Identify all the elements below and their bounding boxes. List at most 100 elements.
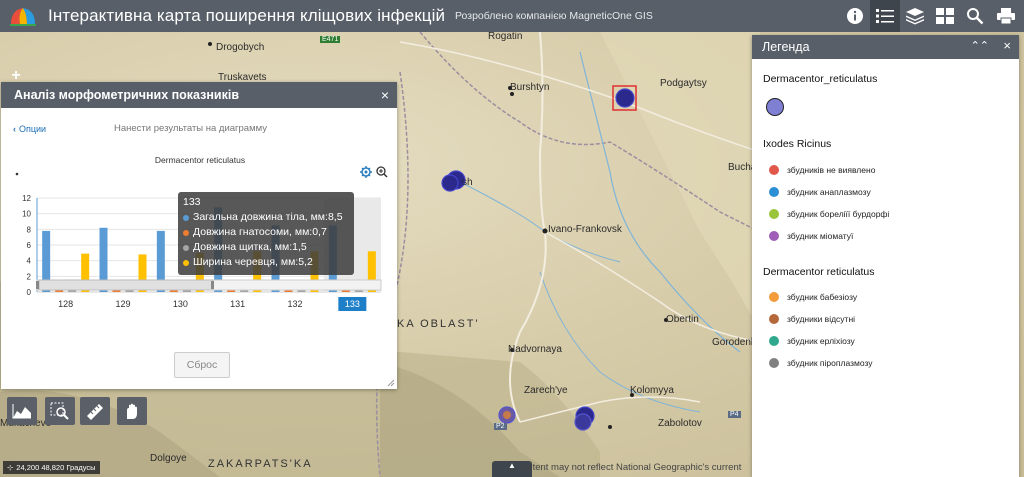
legend-item: збудник бореліїї бурдорфі <box>769 209 889 219</box>
map-label-zarechye: Zarech'ye <box>524 385 568 396</box>
resize-grip-icon[interactable] <box>387 379 395 387</box>
tooltip-title: 133 <box>183 196 201 208</box>
analysis-panel-header[interactable]: Аналіз морфометричних показників × <box>1 82 397 108</box>
series-dot-icon <box>183 244 189 251</box>
road-shield-p2: P2 <box>494 423 507 430</box>
zoom-select-button[interactable] <box>45 397 75 425</box>
legend-header[interactable]: Легенда ⌃⌃ × <box>752 35 1019 59</box>
tooltip-row-text: Загальна довжина тіла, мм:8,5 <box>193 211 343 223</box>
legend-list-icon <box>876 9 894 23</box>
measure-icon <box>87 404 103 420</box>
collapse-icon[interactable]: ⌃⌃ <box>971 39 989 52</box>
tooltip-row: Довжина гнатосоми, мм:0,7 <box>183 225 349 240</box>
map-label-podgaytsy: Podgaytsy <box>660 78 707 89</box>
coordinates-readout: ⊹ 24,200 48,820 Градусы <box>3 461 100 474</box>
elevation-profile-icon <box>12 404 31 419</box>
legend-item-label: збудник міоматуї <box>787 231 854 241</box>
x-tick-label: 128 <box>58 299 73 309</box>
map-label-drogobych: Drogobych <box>216 42 265 53</box>
road-shield-e471: E471 <box>320 36 341 43</box>
tooltip-row: Довжина щитка, мм:1,5 <box>183 240 349 255</box>
x-tick-label: 130 <box>173 299 188 309</box>
legend-item-label: збудник піроплазмозу <box>787 358 873 368</box>
map-label-kolomyya: Kolomyya <box>630 385 674 396</box>
tooltip-row-text: Довжина гнатосоми, мм:0,7 <box>193 226 327 238</box>
print-button[interactable] <box>991 0 1021 32</box>
legend-item-label: збудник бабезіозу <box>787 292 858 302</box>
series-dot-icon <box>183 214 189 221</box>
legend-symbol-circle <box>766 98 784 116</box>
options-link-label: Опции <box>19 124 47 134</box>
legend-item-label: збудник бореліїї бурдорфі <box>787 209 890 219</box>
basemap-gallery-button[interactable] <box>930 0 960 32</box>
map-label-burshtyn: Burshtyn <box>510 82 550 93</box>
info-button[interactable] <box>840 0 870 32</box>
search-button[interactable] <box>960 0 990 32</box>
tick-sample-point[interactable] <box>615 88 635 108</box>
y-tick-label: 8 <box>27 225 32 234</box>
legend-dot-icon <box>769 187 779 197</box>
search-icon <box>967 8 984 25</box>
measure-button[interactable] <box>80 397 110 425</box>
legend-dot-icon <box>769 231 779 241</box>
coordinates-text: 24,200 48,820 Градусы <box>16 463 96 472</box>
app-subtitle: Розроблено компанією MagneticOne GIS <box>455 10 653 22</box>
y-tick-label: 12 <box>22 194 31 203</box>
app-logo-icon <box>10 8 36 26</box>
legend-dot-icon <box>769 165 779 175</box>
chart-settings-icon[interactable] <box>360 166 372 178</box>
legend-item: збудники відсутні <box>769 314 855 324</box>
legend-group-title: Dermacentor reticulatus <box>763 266 875 278</box>
chevron-up-icon: ▲ <box>508 461 516 470</box>
x-tick-label: 131 <box>230 299 245 309</box>
map-label-ivano-frankovsk: Ivano-Frankovsk <box>548 224 622 235</box>
legend-button[interactable] <box>870 0 900 32</box>
chart-zoom-icon[interactable] <box>376 166 388 178</box>
map-label-nadvornaya: Nadvornaya <box>508 344 562 355</box>
legend-close-button[interactable]: × <box>1003 38 1011 53</box>
legend-group-title: Ixodes Ricinus <box>763 138 832 150</box>
legend-item: збудник ерліхіозу <box>769 336 855 346</box>
options-link[interactable]: ‹ Опции <box>13 124 46 134</box>
legend-group-title: Dermacentor_reticulatus <box>763 73 878 85</box>
legend-item: збудників не виявлено <box>769 165 875 175</box>
y-tick-label: 6 <box>27 241 32 250</box>
map-label-zakarpatska: ZAKARPATS'KA <box>208 458 313 470</box>
legend-panel: Легенда ⌃⌃ × Dermacentor_reticulatus Ixo… <box>752 35 1019 477</box>
map-label-dolgoye: Dolgoye <box>150 453 187 464</box>
tooltip-row: Загальна довжина тіла, мм:8,5 <box>183 210 349 225</box>
app-title: Інтерактивна карта поширення кліщових ін… <box>48 6 446 25</box>
legend-item: збудник міоматуї <box>769 231 853 241</box>
tick-sample-point[interactable] <box>441 174 459 192</box>
zoom-select-icon <box>50 402 69 420</box>
draw-button[interactable] <box>117 397 147 425</box>
chart-navigator-window[interactable] <box>38 279 214 291</box>
tooltip-row-text: Ширина черевця, мм:5,2 <box>193 256 313 268</box>
elevation-profile-button[interactable] <box>7 397 37 425</box>
analysis-close-button[interactable]: × <box>381 87 389 103</box>
x-tick-label: 132 <box>287 299 302 309</box>
reset-button[interactable]: Сброс <box>174 352 230 378</box>
scale-icon: ⊹ <box>7 463 14 472</box>
legend-dot-icon <box>769 358 779 368</box>
info-icon <box>847 8 863 24</box>
basemap-gallery-icon <box>936 8 954 24</box>
map-label-sh: sh <box>462 177 473 188</box>
series-dot-icon <box>183 229 189 236</box>
legend-item-label: збудників не виявлено <box>787 165 876 175</box>
x-tick-label: 129 <box>115 299 130 309</box>
chevron-left-icon: ‹ <box>13 124 16 134</box>
chart-navigator-handle-right[interactable] <box>211 281 214 289</box>
legend-item: збудник піроплазмозу <box>769 358 873 368</box>
chart-navigator-handle-left[interactable] <box>36 281 39 289</box>
draw-icon <box>127 403 137 419</box>
legend-dot-icon <box>769 209 779 219</box>
layers-button[interactable] <box>900 0 930 32</box>
chart-dot-marker <box>15 172 19 176</box>
legend-dot-icon <box>769 314 779 324</box>
legend-item: збудник бабезіозу <box>769 292 857 302</box>
chart-instruction: Нанести результаты на диаграмму <box>114 123 268 134</box>
map-label-zabolotov: Zabolotov <box>658 418 702 429</box>
chart-title: Dermacentor reticulatus <box>155 155 245 165</box>
tick-sample-point[interactable] <box>574 413 592 431</box>
